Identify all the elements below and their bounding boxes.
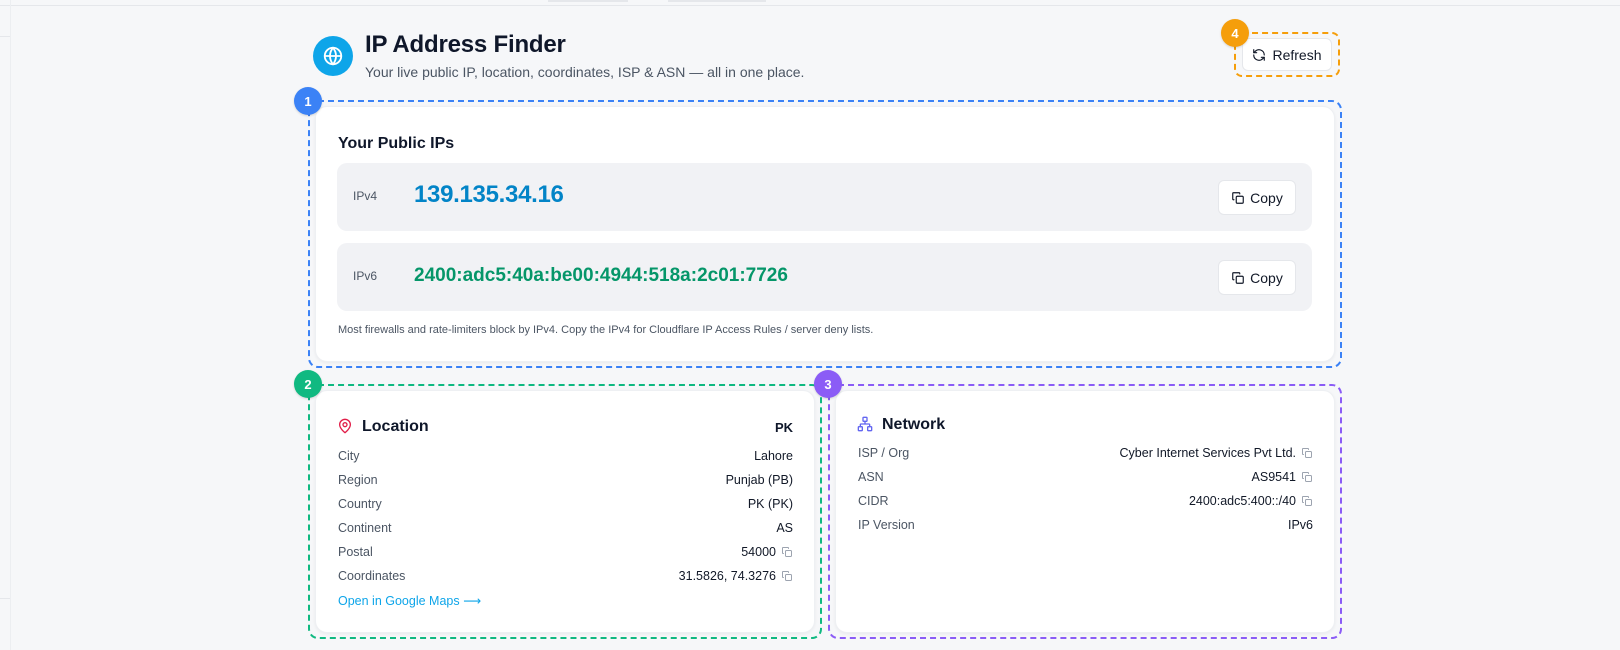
copy-cidr-icon[interactable] bbox=[1301, 495, 1313, 507]
callout-badge-3: 3 bbox=[814, 370, 842, 398]
location-label: Country bbox=[338, 497, 382, 511]
globe-icon bbox=[313, 36, 353, 76]
location-label: Region bbox=[338, 473, 378, 487]
country-code: PK bbox=[774, 420, 793, 435]
copy-ipv4-button[interactable]: Copy bbox=[1218, 180, 1296, 215]
network-label: ISP / Org bbox=[858, 446, 910, 460]
copy-coordinates-icon[interactable] bbox=[781, 570, 793, 582]
location-title: Location bbox=[362, 418, 429, 435]
refresh-button[interactable]: Refresh bbox=[1242, 38, 1332, 71]
refresh-icon bbox=[1252, 48, 1266, 62]
public-ips-title: Your Public IPs bbox=[338, 135, 455, 152]
copy-asn-icon[interactable] bbox=[1301, 471, 1313, 483]
top-bar bbox=[0, 0, 1620, 6]
top-tab-indicator bbox=[548, 0, 628, 2]
ipv6-value: 2400:adc5:40a:be00:4944:518a:2c01:7726 bbox=[414, 265, 788, 286]
location-value: Lahore bbox=[754, 449, 793, 463]
google-maps-link[interactable]: Open in Google Maps ⟶ bbox=[338, 593, 481, 608]
copy-label: Copy bbox=[1250, 269, 1283, 286]
copy-icon bbox=[1231, 271, 1245, 285]
ipv4-value: 139.135.34.16 bbox=[414, 181, 564, 208]
network-title: Network bbox=[882, 416, 946, 433]
ipv4-label: IPv4 bbox=[353, 189, 378, 203]
ipv4-row: IPv4 139.135.34.16 Copy bbox=[337, 163, 1312, 231]
callout-badge-2: 2 bbox=[294, 370, 322, 398]
copy-icon bbox=[1231, 191, 1245, 205]
location-label: Postal bbox=[338, 545, 373, 559]
network-label: ASN bbox=[858, 470, 884, 484]
location-value: 54000 bbox=[560, 545, 793, 559]
location-value: AS bbox=[776, 521, 793, 535]
location-value: 31.5826, 74.3276 bbox=[560, 569, 793, 583]
location-label: City bbox=[338, 449, 360, 463]
map-pin-icon bbox=[337, 418, 353, 434]
copy-ipv6-button[interactable]: Copy bbox=[1218, 260, 1296, 295]
refresh-label: Refresh bbox=[1272, 46, 1322, 63]
network-value: IPv6 bbox=[1287, 518, 1313, 532]
location-value: PK (PK) bbox=[747, 497, 793, 511]
network-value: Cyber Internet Services Pvt Ltd. bbox=[1000, 446, 1313, 460]
copy-postal-icon[interactable] bbox=[781, 546, 793, 558]
network-label: IP Version bbox=[858, 518, 915, 532]
network-value: AS9541 bbox=[1000, 470, 1313, 484]
location-label: Coordinates bbox=[338, 569, 406, 583]
page-title: IP Address Finder bbox=[365, 31, 566, 58]
page-subtitle: Your live public IP, location, coordinat… bbox=[365, 64, 805, 80]
network-value: 2400:adc5:400::/40 bbox=[1000, 494, 1313, 508]
left-rail bbox=[0, 0, 11, 650]
callout-badge-4: 4 bbox=[1221, 19, 1249, 47]
copy-isp-icon[interactable] bbox=[1301, 447, 1313, 459]
ipv4-note: Most firewalls and rate-limiters block b… bbox=[338, 324, 874, 336]
copy-label: Copy bbox=[1250, 189, 1283, 206]
callout-badge-1: 1 bbox=[294, 87, 322, 115]
location-label: Continent bbox=[338, 521, 392, 535]
ipv6-row: IPv6 2400:adc5:40a:be00:4944:518a:2c01:7… bbox=[337, 243, 1312, 311]
network-icon bbox=[857, 416, 873, 432]
ipv6-label: IPv6 bbox=[353, 269, 378, 283]
country-code-box: PK bbox=[700, 420, 793, 438]
top-tab-indicator bbox=[668, 0, 766, 2]
network-label: CIDR bbox=[858, 494, 889, 508]
location-value: Punjab (PB) bbox=[725, 473, 793, 487]
